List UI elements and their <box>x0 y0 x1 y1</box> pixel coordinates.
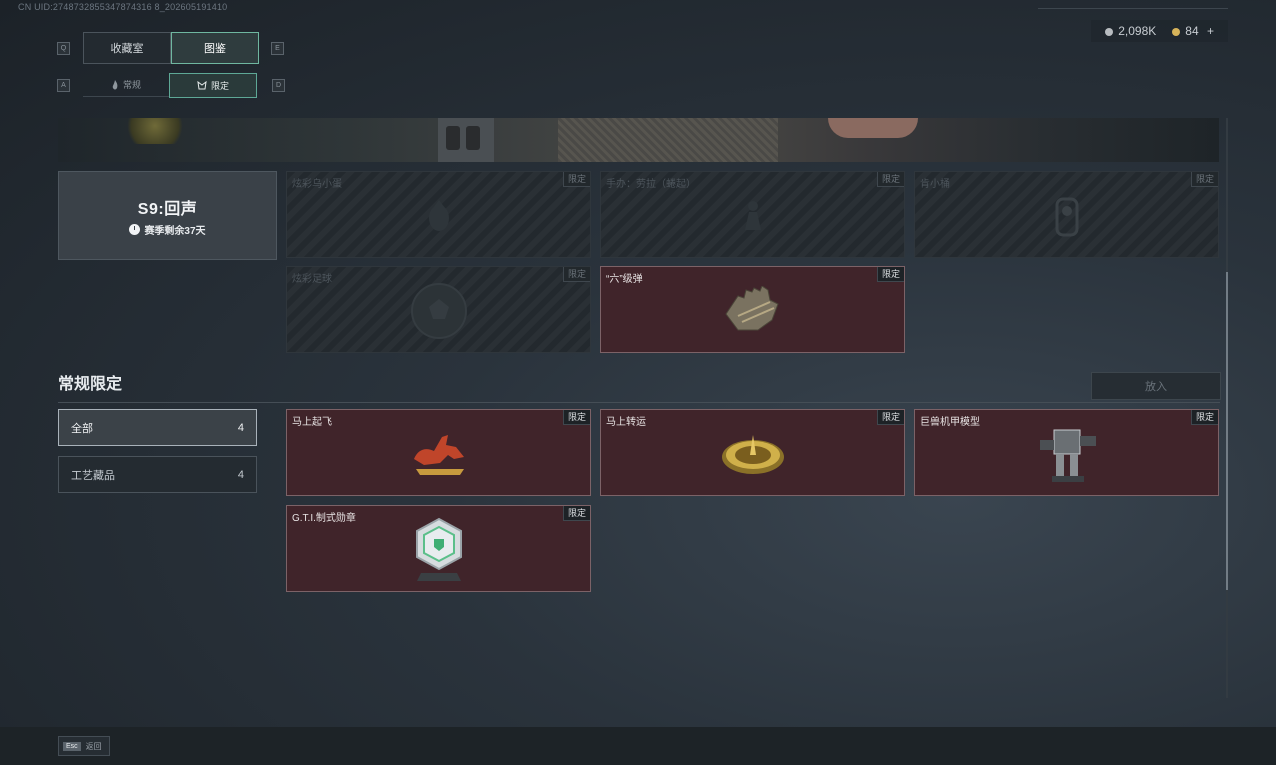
back-button[interactable]: Esc 返回 <box>58 736 110 756</box>
clock-icon <box>129 223 141 235</box>
put-in-button[interactable]: 放入 <box>1091 372 1221 400</box>
sub-tabs: 常规 限定 <box>83 73 257 98</box>
figure-icon <box>744 201 761 231</box>
limited-badge: 限定 <box>1190 410 1218 425</box>
fortune-wheel-icon <box>721 435 784 475</box>
gold-coin-icon <box>1172 27 1181 36</box>
tab-catalog[interactable]: 图鉴 <box>171 32 259 64</box>
collectible-card[interactable]: 马上起飞 限定 <box>286 409 591 496</box>
crow-egg-icon <box>428 200 449 232</box>
filter-all[interactable]: 全部 4 <box>58 409 257 446</box>
scrollbar-thumb[interactable] <box>1226 272 1228 590</box>
season-remaining: 赛季剩余37天 <box>144 225 206 237</box>
limited-badge: 限定 <box>876 410 904 425</box>
football-icon <box>410 283 467 340</box>
limited-badge: 限定 <box>562 172 590 187</box>
tab-collection-room[interactable]: 收藏室 <box>83 32 171 64</box>
filter-count: 4 <box>237 468 244 481</box>
back-label: 返回 <box>85 741 102 751</box>
collectible-card[interactable]: 肯小桶 限定 <box>914 171 1219 258</box>
limited-badge: 限定 <box>562 506 590 521</box>
limited-badge: 限定 <box>562 267 590 282</box>
footer-bar <box>0 727 1276 765</box>
bucket-icon <box>1055 197 1078 237</box>
prev-tab-key[interactable]: Q <box>57 42 70 55</box>
subtab-limited[interactable]: 限定 <box>169 73 257 98</box>
esc-key: Esc <box>63 741 81 751</box>
next-subtab-key[interactable]: D <box>272 79 285 92</box>
collectible-card[interactable]: G.T.I.制式勋章 限定 <box>286 505 591 592</box>
subtab-regular[interactable]: 常规 <box>83 73 169 97</box>
gold-currency: 84 + <box>1172 24 1214 38</box>
mech-model-icon <box>1039 429 1096 483</box>
bullet-hand-icon <box>724 286 779 331</box>
player-uid: CN UID:2748732855347874316 8_20260519141… <box>18 2 228 12</box>
flame-icon <box>112 79 118 89</box>
silver-currency: 2,098K <box>1105 24 1156 38</box>
season-title: S9:回声 <box>137 200 198 218</box>
add-currency-button[interactable]: + <box>1207 24 1214 38</box>
section-divider <box>58 402 1220 403</box>
collectible-card[interactable]: “六”级弹 限定 <box>600 266 905 353</box>
limited-badge: 限定 <box>876 172 904 187</box>
limited-icon <box>197 81 207 90</box>
currency-bar: 2,098K 84 + <box>1091 20 1228 42</box>
section-title: 常规限定 <box>58 376 123 393</box>
limited-badge: 限定 <box>1190 172 1218 187</box>
filter-count: 4 <box>237 421 244 434</box>
limited-badge: 限定 <box>876 267 904 282</box>
gti-medal-icon <box>415 518 462 582</box>
flying-horse-icon <box>413 435 464 476</box>
main-tabs: 收藏室 图鉴 <box>83 32 259 64</box>
collectible-card[interactable]: 马上转运 限定 <box>600 409 905 496</box>
season-banner-image <box>58 118 1219 162</box>
prev-subtab-key[interactable]: A <box>57 79 70 92</box>
season-info-panel: S9:回声 赛季剩余37天 <box>58 171 277 260</box>
top-divider <box>1038 8 1228 9</box>
collectible-card[interactable]: 手办：劳拉（蜷起） 限定 <box>600 171 905 258</box>
silver-coin-icon <box>1105 27 1114 36</box>
collectible-card[interactable]: 巨兽机甲模型 限定 <box>914 409 1219 496</box>
collectible-card[interactable]: 炫彩乌小蛋 限定 <box>286 171 591 258</box>
limited-badge: 限定 <box>562 410 590 425</box>
filter-craft-collectibles[interactable]: 工艺藏品 4 <box>58 456 257 493</box>
next-tab-key[interactable]: E <box>271 42 284 55</box>
collectible-card[interactable]: 炫彩足球 限定 <box>286 266 591 353</box>
